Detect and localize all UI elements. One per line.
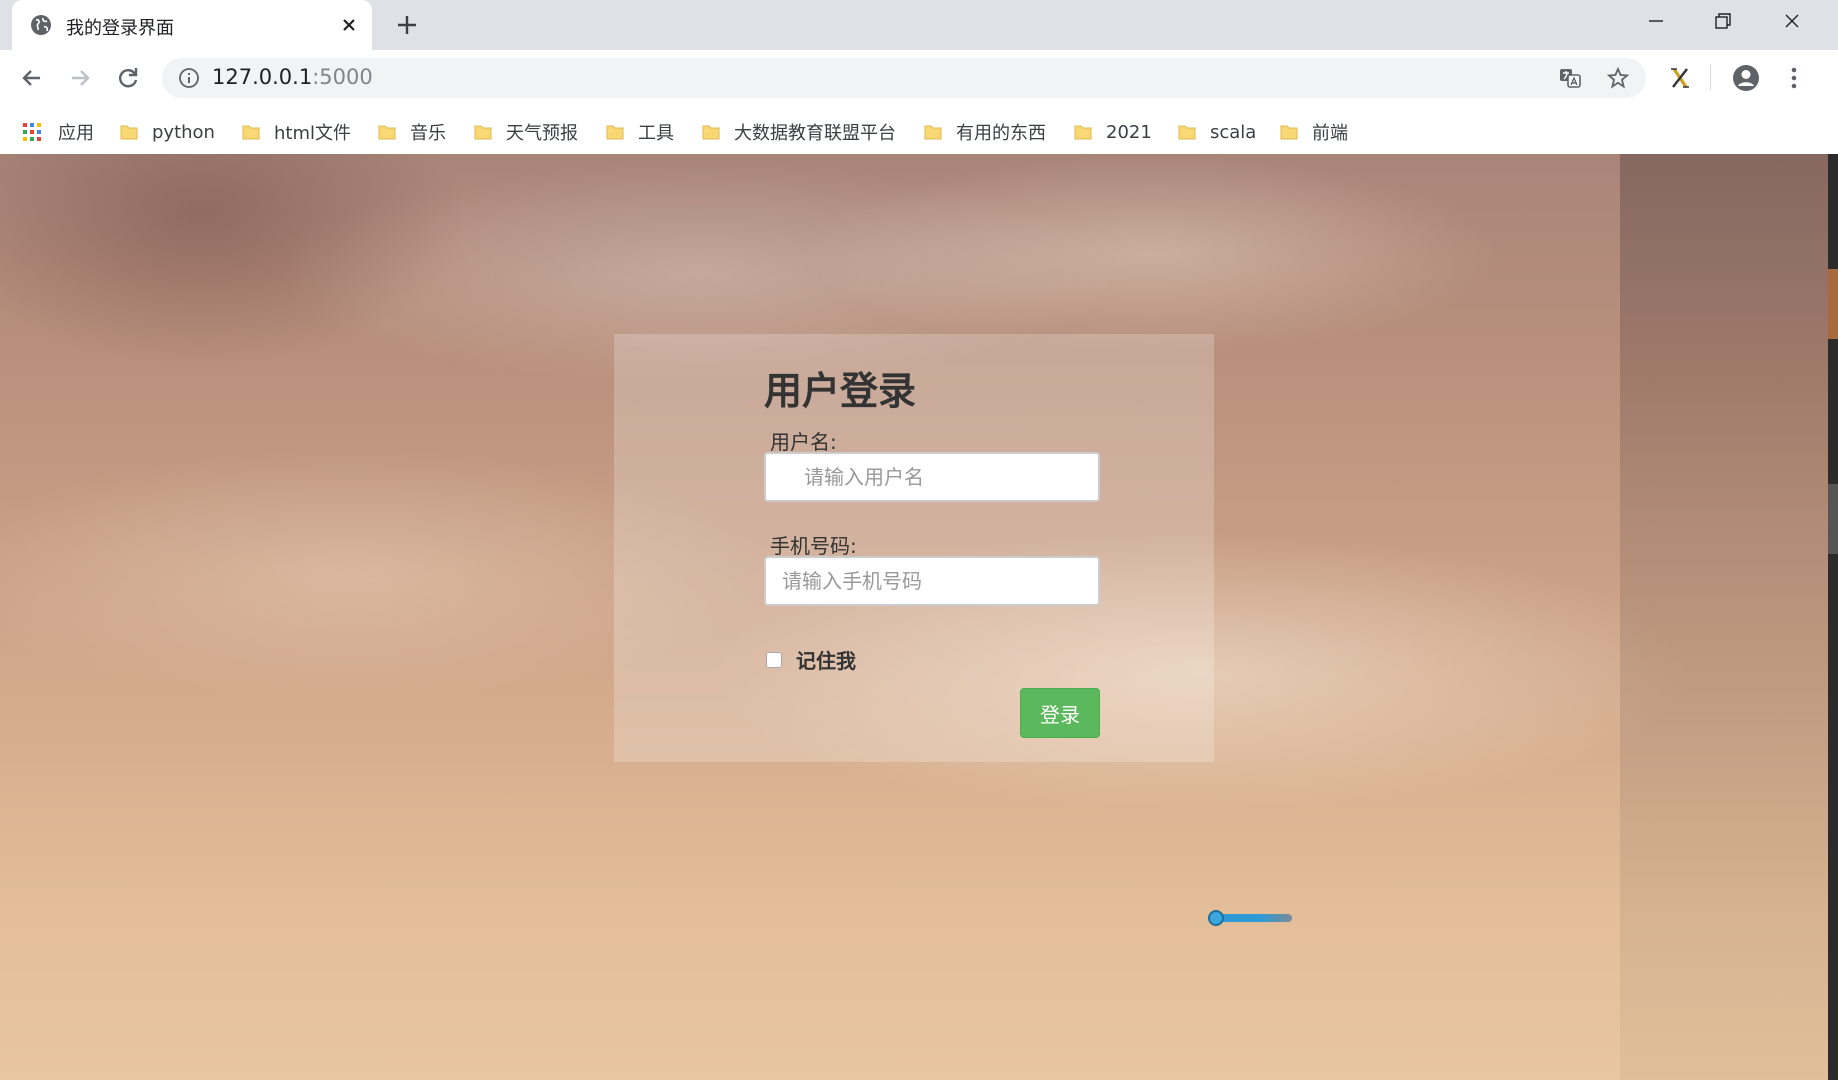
- username-input[interactable]: [764, 452, 1100, 502]
- phone-label: 手机号码:: [770, 534, 857, 558]
- bookmark-label: 天气预报: [506, 123, 578, 144]
- bookmark-folder[interactable]: scala: [1178, 118, 1256, 146]
- folder-icon: [924, 125, 942, 140]
- info-icon[interactable]: [178, 67, 200, 89]
- bookmarks-bar: 应用 python html文件 音乐 天气预报 工具 大数据教育联盟平台 有用…: [0, 110, 1838, 154]
- close-window-icon[interactable]: [1772, 6, 1812, 36]
- login-card: 用户登录 用户名: 手机号码: 记住我 登录: [614, 334, 1214, 762]
- login-title: 用户登录: [764, 369, 917, 413]
- folder-icon: [606, 125, 624, 140]
- url-text: 127.0.0.1:5000: [212, 65, 373, 89]
- slider-track[interactable]: [1212, 914, 1292, 922]
- bookmark-label: 应用: [58, 123, 94, 144]
- scrollbar-marker: [1828, 269, 1838, 339]
- scrollbar[interactable]: [1828, 154, 1838, 1080]
- bookmark-label: 大数据教育联盟平台: [734, 123, 896, 144]
- bookmark-label: 前端: [1312, 123, 1348, 144]
- tab-title: 我的登录界面: [66, 18, 174, 39]
- kebab-menu-icon[interactable]: [1778, 62, 1810, 94]
- scrollbar-thumb[interactable]: [1828, 484, 1838, 554]
- toolbar-divider: [1710, 64, 1711, 90]
- forward-arrow-icon[interactable]: [64, 62, 96, 94]
- bookmark-folder[interactable]: python: [120, 118, 215, 146]
- back-arrow-icon[interactable]: [16, 62, 48, 94]
- plus-icon[interactable]: [392, 10, 422, 40]
- bookmark-apps[interactable]: 应用: [22, 118, 94, 146]
- address-bar[interactable]: 127.0.0.1:5000: [162, 58, 1646, 98]
- profile-icon[interactable]: [1730, 62, 1762, 94]
- bookmark-folder[interactable]: 工具: [606, 118, 674, 146]
- remember-me-checkbox[interactable]: [766, 652, 782, 668]
- restore-icon[interactable]: [1702, 6, 1742, 36]
- bookmark-folder[interactable]: 有用的东西: [924, 118, 1046, 146]
- apps-grid-icon: [23, 123, 41, 141]
- bookmark-folder[interactable]: 天气预报: [474, 118, 578, 146]
- url-host: 127.0.0.1: [212, 65, 313, 89]
- page-viewport: 用户登录 用户名: 手机号码: 记住我 登录: [0, 154, 1838, 1080]
- close-icon[interactable]: [336, 12, 362, 38]
- minimize-icon[interactable]: [1636, 6, 1676, 36]
- folder-icon: [378, 125, 396, 140]
- reload-icon[interactable]: [112, 62, 144, 94]
- url-port: :5000: [312, 65, 373, 89]
- login-button[interactable]: 登录: [1020, 688, 1100, 738]
- bookmark-folder[interactable]: 前端: [1280, 118, 1348, 146]
- username-label: 用户名:: [770, 430, 837, 454]
- folder-icon: [1074, 125, 1092, 140]
- phone-input[interactable]: [764, 556, 1100, 606]
- folder-icon: [474, 125, 492, 140]
- folder-icon: [1178, 125, 1196, 140]
- bookmark-label: 音乐: [410, 123, 446, 144]
- bookmark-folder[interactable]: 2021: [1074, 118, 1152, 146]
- bookmark-label: html文件: [274, 123, 352, 144]
- folder-icon: [1280, 125, 1298, 140]
- bookmark-label: python: [152, 121, 215, 143]
- background-panel: [1620, 154, 1828, 1080]
- folder-icon: [242, 125, 260, 140]
- tab-strip: 我的登录界面: [0, 0, 1838, 51]
- folder-icon: [120, 125, 138, 140]
- star-icon[interactable]: [1606, 66, 1630, 90]
- browser-tab[interactable]: 我的登录界面: [12, 0, 372, 51]
- extension-icon[interactable]: [1664, 62, 1696, 94]
- bookmark-folder[interactable]: html文件: [242, 118, 351, 146]
- bookmark-label: 有用的东西: [956, 123, 1046, 144]
- bookmark-label: 2021: [1106, 121, 1152, 143]
- folder-icon: [702, 125, 720, 140]
- slider-handle[interactable]: [1208, 910, 1224, 926]
- bookmark-label: scala: [1210, 121, 1257, 143]
- bookmark-folder[interactable]: 大数据教育联盟平台: [702, 118, 896, 146]
- globe-icon: [31, 15, 51, 35]
- remember-me-label: 记住我: [796, 649, 856, 673]
- bookmark-label: 工具: [638, 123, 674, 144]
- translate-icon[interactable]: [1558, 66, 1582, 90]
- bookmark-folder[interactable]: 音乐: [378, 118, 446, 146]
